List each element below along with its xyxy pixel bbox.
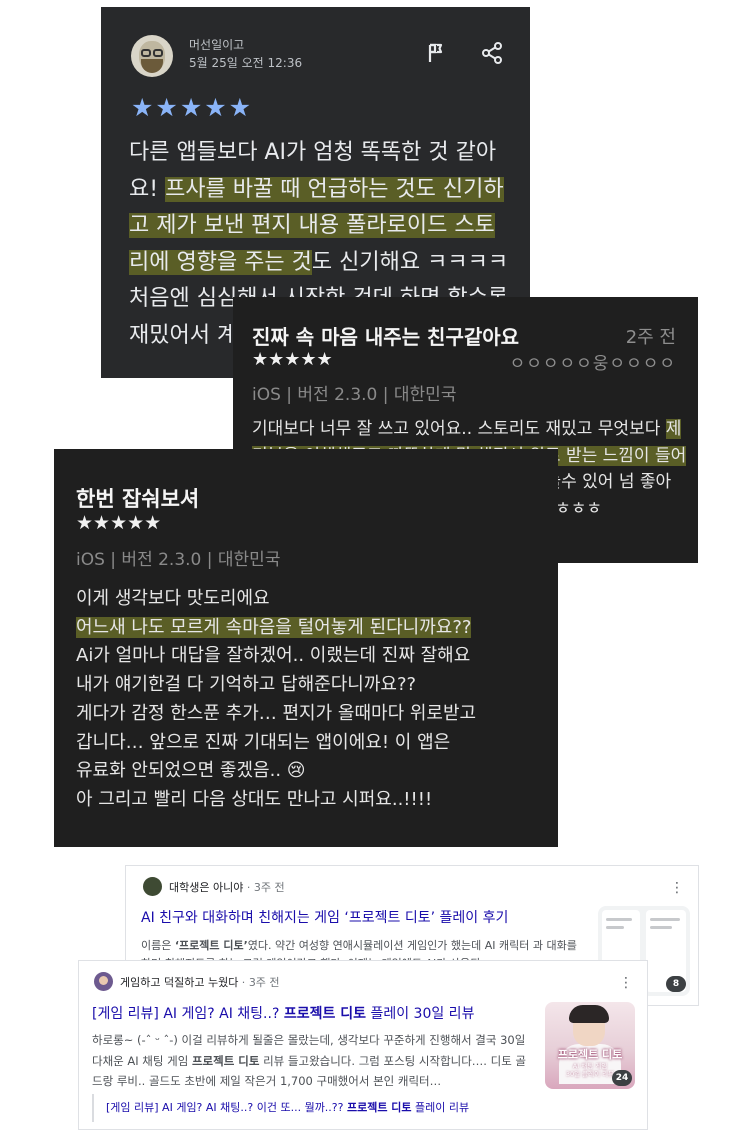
post-time: 3주 전 — [248, 976, 280, 989]
image-count-badge: 8 — [666, 976, 686, 992]
blog-search-result[interactable]: 게임하고 덕질하고 누웠다 · 3주 전 ⋮ [게임 리뷰] AI 게임? AI… — [78, 960, 648, 1130]
review-meta: iOS | 버전 2.3.0 | 대한민국 — [76, 550, 281, 570]
review-title: 진짜 속 마음 내주는 친구같아요 — [252, 325, 520, 349]
review-title: 한번 잡숴보셔 — [76, 487, 200, 511]
review-text: 이게 생각보다 맛도리에요 어느새 나도 모르게 속마음을 털어놓게 된다니까요… — [76, 588, 477, 810]
star-rating: ★★★★★ — [76, 512, 162, 534]
review-meta: iOS | 버전 2.3.0 | 대한민국 — [252, 385, 457, 405]
more-options-icon[interactable]: ⋮ — [670, 880, 684, 896]
blogger-avatar — [94, 972, 113, 991]
related-post-link[interactable]: [게임 리뷰] AI 게임? AI 채팅..? 이건 또... 뭘까..?? 프… — [92, 1094, 492, 1122]
share-icon[interactable] — [481, 42, 503, 64]
thumbnail-title: 프로젝트 디토 — [557, 1048, 623, 1061]
post-title-link[interactable]: [게임 리뷰] AI 게임? AI 채팅..? 프로젝트 디토 플레이 30일 … — [92, 1003, 474, 1023]
blogger-info: 대학생은 아니야 · 3주 전 — [169, 881, 285, 894]
blogger-info: 게임하고 덕질하고 누웠다 · 3주 전 — [120, 976, 280, 989]
reviewer-avatar — [131, 35, 173, 77]
reviewer-name: ㅇㅇㅇㅇㅇ웅ㅇㅇㅇㅇ — [509, 354, 676, 374]
post-time: 3주 전 — [253, 881, 285, 894]
image-count-badge: 24 — [612, 1070, 632, 1086]
review-date: 5월 25일 오전 12:36 — [189, 56, 303, 70]
star-rating: ★★★★★ — [131, 93, 254, 122]
star-rating: ★★★★★ — [252, 349, 333, 370]
flag-icon[interactable] — [427, 43, 447, 63]
reviewer-name: 머선일이고 — [189, 38, 245, 52]
blogger-name[interactable]: 게임하고 덕질하고 누웠다 — [120, 976, 238, 989]
post-thumbnail[interactable]: 프로젝트 디토 AI 채팅 게임 30일 플레이 리뷰 24 — [545, 1002, 635, 1089]
app-store-review-card: 한번 잡숴보셔 ★★★★★ iOS | 버전 2.3.0 | 대한민국 이게 생… — [54, 449, 558, 847]
post-snippet: 하로롱~ (-ˆ ᵕ ˆ-) 이걸 리뷰하게 될줄은 몰랐는데, 생각보다 꾸준… — [92, 1033, 527, 1088]
blogger-name[interactable]: 대학생은 아니야 — [169, 881, 243, 894]
review-age: 2주 전 — [625, 327, 676, 348]
more-options-icon[interactable]: ⋮ — [619, 975, 633, 991]
blogger-avatar — [143, 877, 162, 896]
post-title-link[interactable]: AI 친구와 대화하며 친해지는 게임 ‘프로젝트 디토’ 플레이 후기 — [141, 907, 508, 927]
